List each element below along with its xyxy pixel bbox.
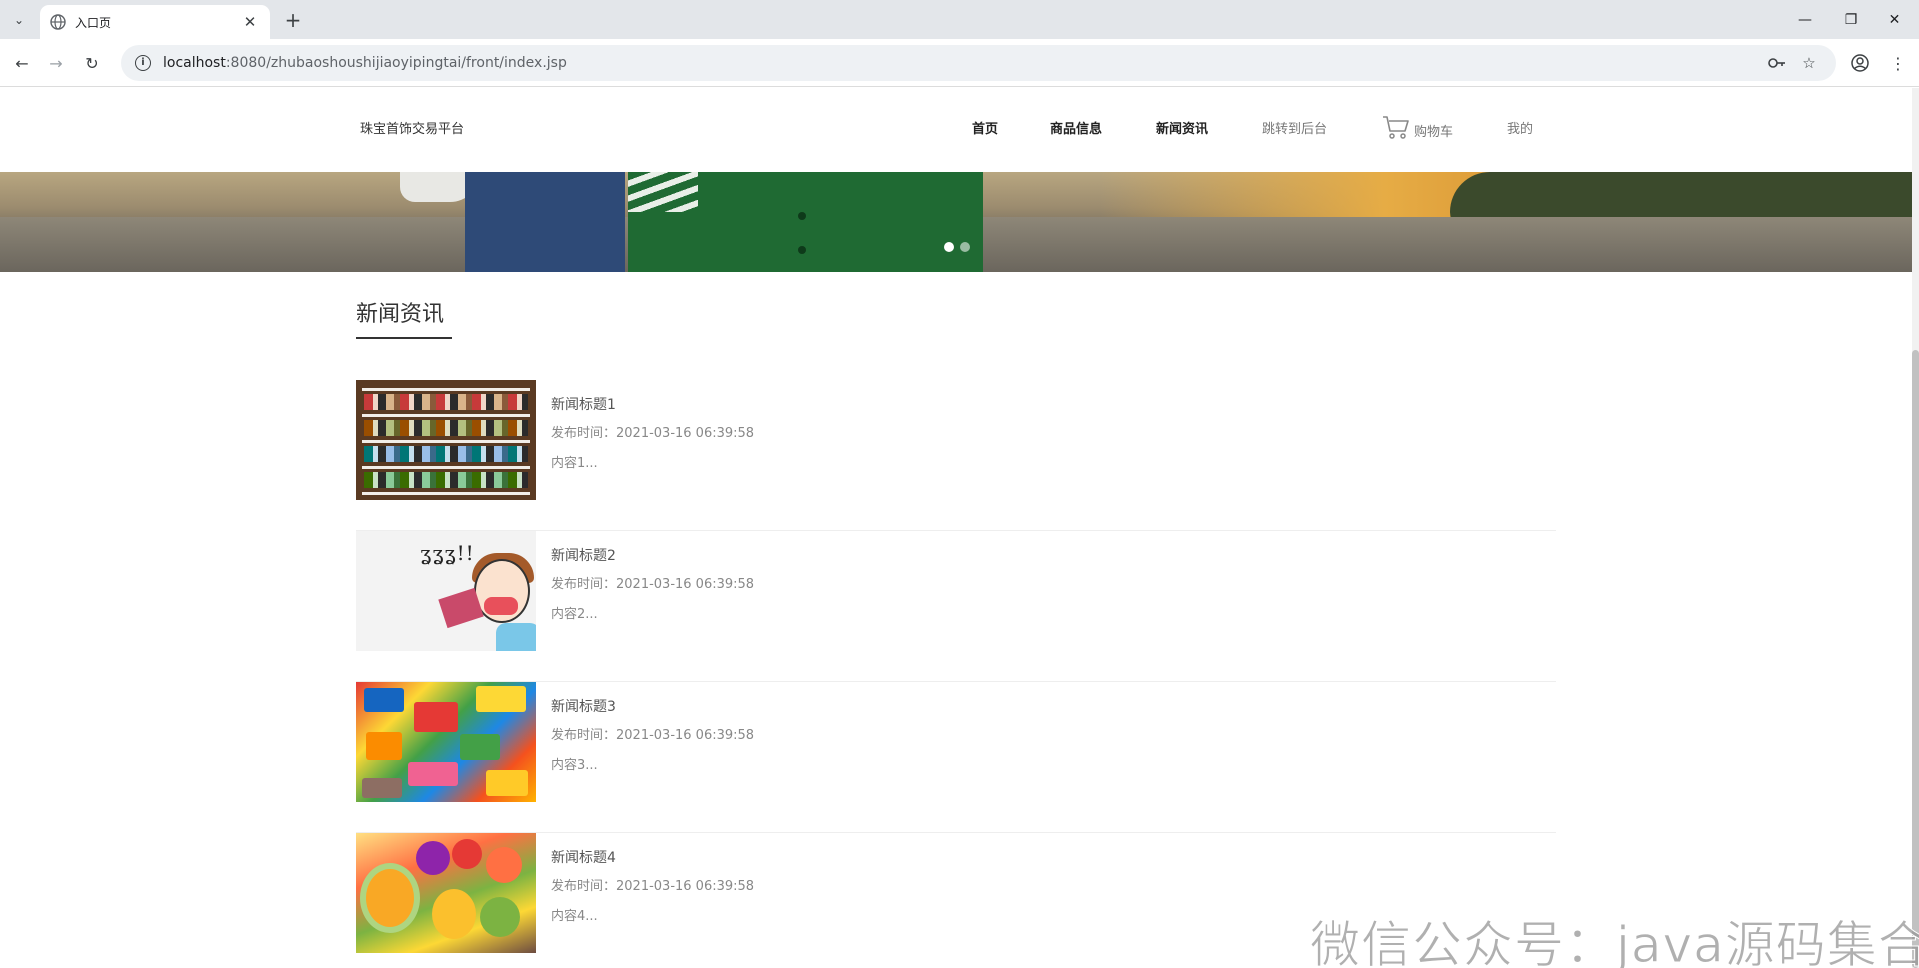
banner-jeans <box>465 172 625 272</box>
snack-pack <box>460 734 500 760</box>
forward-arrow-icon[interactable]: → <box>44 51 68 75</box>
news-item[interactable]: 新闻标题1 发布时间：2021-03-16 06:39:58 内容1... <box>356 380 1556 531</box>
carousel-dot-2[interactable] <box>960 242 970 252</box>
browser-tab-bar: ⌄ 入口页 ✕ + — ❐ ✕ <box>0 0 1919 39</box>
news-title[interactable]: 新闻标题3 <box>551 696 616 716</box>
news-publish-time: 发布时间：2021-03-16 06:39:58 <box>551 728 755 743</box>
section-title: 新闻资讯 <box>356 302 445 327</box>
banner-jacket-button <box>798 212 806 220</box>
snack-pack <box>366 732 402 760</box>
site-header: 珠宝首饰交易平台 首页 商品信息 新闻资讯 跳转到后台 购物车 我的 <box>0 88 1919 172</box>
news-title[interactable]: 新闻标题1 <box>551 394 616 414</box>
tab-close-icon[interactable]: ✕ <box>240 13 260 31</box>
lime <box>480 897 520 937</box>
comic-scribble: ʓʓʓ!! <box>420 541 475 565</box>
news-item[interactable]: ʓʓʓ!! 新闻标题2 发布时间：2021-03-16 06:39:58 内容2… <box>356 531 1556 682</box>
site-logo[interactable]: 珠宝首饰交易平台 <box>360 118 464 137</box>
orange <box>486 847 522 883</box>
snack-pack <box>414 702 458 732</box>
watermark-text: 微信公众号：java源码集合 <box>1310 916 1919 968</box>
news-thumbnail-comic[interactable]: ʓʓʓ!! <box>356 531 536 651</box>
carousel-dot-1[interactable] <box>944 242 954 252</box>
url-field[interactable]: i localhost:8080/zhubaoshoushijiaoyiping… <box>121 45 1836 81</box>
pineapple <box>432 889 476 939</box>
comic-shirt <box>496 623 536 651</box>
news-title[interactable]: 新闻标题2 <box>551 545 616 565</box>
news-thumbnail-shoes[interactable] <box>356 380 536 500</box>
banner-jacket-button <box>798 246 806 254</box>
nav-cart[interactable]: 购物车 <box>1382 114 1453 140</box>
shopping-cart-icon <box>1383 116 1409 139</box>
page-scrollbar[interactable] <box>1912 88 1919 968</box>
browser-tab[interactable]: 入口页 ✕ <box>40 5 270 39</box>
comic-mask <box>484 597 518 615</box>
news-content-preview: 内容4... <box>551 909 598 924</box>
nav-mine[interactable]: 我的 <box>1507 118 1533 137</box>
shoe-row <box>364 420 528 436</box>
shelf <box>362 492 530 495</box>
browser-menu-icon[interactable]: ⋮ <box>1886 51 1910 75</box>
address-bar-row: ← → ↻ i localhost:8080/zhubaoshoushijiao… <box>0 39 1919 87</box>
site-info-icon[interactable]: i <box>135 55 151 71</box>
news-thumbnail-fruit[interactable] <box>356 833 536 953</box>
news-thumbnail-snacks[interactable] <box>356 682 536 802</box>
nav-cart-label: 购物车 <box>1414 125 1454 140</box>
news-publish-time: 发布时间：2021-03-16 06:39:58 <box>551 879 755 894</box>
apple <box>452 839 482 869</box>
nav-home[interactable]: 首页 <box>972 118 998 137</box>
section-title-underline <box>356 337 452 339</box>
url-path: :8080/zhubaoshoushijiaoyipingtai/front/i… <box>225 55 567 71</box>
nav-news[interactable]: 新闻资讯 <box>1156 118 1208 137</box>
globe-icon <box>50 14 66 30</box>
news-publish-time: 发布时间：2021-03-16 06:39:58 <box>551 577 755 592</box>
news-title[interactable]: 新闻标题4 <box>551 847 616 867</box>
snack-pack <box>408 762 458 786</box>
shoe-row <box>364 446 528 462</box>
news-content-preview: 内容2... <box>551 607 598 622</box>
snack-pack <box>486 770 528 796</box>
carousel-dots <box>944 242 970 252</box>
snack-pack <box>362 778 402 798</box>
back-arrow-icon[interactable]: ← <box>10 51 34 75</box>
news-item[interactable]: 新闻标题3 发布时间：2021-03-16 06:39:58 内容3... <box>356 682 1556 833</box>
news-content-preview: 内容3... <box>551 758 598 773</box>
banner-stripes <box>628 172 698 212</box>
profile-icon[interactable] <box>1848 51 1872 75</box>
nav-products[interactable]: 商品信息 <box>1050 118 1102 137</box>
snack-pack <box>476 686 526 712</box>
key-icon[interactable] <box>1764 50 1790 76</box>
tab-search-chevron-icon[interactable]: ⌄ <box>6 8 32 32</box>
shelf <box>362 388 530 391</box>
snack-pack <box>364 688 404 712</box>
url-host: localhost <box>163 55 226 71</box>
banner-carousel[interactable] <box>0 172 1912 272</box>
window-close-button[interactable]: ✕ <box>1870 0 1919 39</box>
new-tab-icon[interactable]: + <box>280 8 306 32</box>
shoe-row <box>364 472 528 488</box>
shelf <box>362 414 530 417</box>
scrollbar-thumb[interactable] <box>1912 350 1919 968</box>
reload-icon[interactable]: ↻ <box>80 51 104 75</box>
shelf <box>362 440 530 443</box>
grapes <box>416 841 450 875</box>
url-text[interactable]: localhost:8080/zhubaoshoushijiaoyipingta… <box>163 55 1758 71</box>
tab-title: 入口页 <box>75 15 112 30</box>
shelf <box>362 466 530 469</box>
news-publish-time: 发布时间：2021-03-16 06:39:58 <box>551 426 755 441</box>
news-content-preview: 内容1... <box>551 456 598 471</box>
nav-backend[interactable]: 跳转到后台 <box>1262 118 1327 137</box>
melon <box>360 863 420 933</box>
bookmark-star-icon[interactable]: ☆ <box>1796 50 1822 76</box>
shoe-row <box>364 394 528 410</box>
